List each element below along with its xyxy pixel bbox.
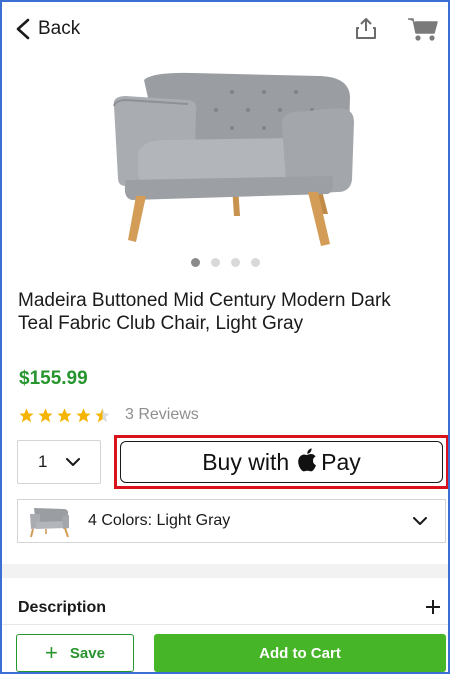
star-icon xyxy=(57,407,72,422)
add-to-cart-label: Add to Cart xyxy=(259,644,341,662)
star-icon xyxy=(76,407,91,422)
back-button[interactable]: Back xyxy=(14,18,80,40)
colors-count-label: 4 Colors: xyxy=(88,512,153,529)
back-label: Back xyxy=(38,18,81,39)
color-thumbnail xyxy=(30,508,69,538)
star-icon xyxy=(19,407,34,422)
pagination-dot[interactable] xyxy=(250,258,260,267)
pagination-dot[interactable] xyxy=(190,258,200,267)
save-label: Save xyxy=(69,644,105,662)
plus-icon: + xyxy=(45,640,58,665)
add-to-cart-button[interactable]: Add to Cart xyxy=(154,634,446,672)
top-nav-bar: Back xyxy=(2,2,448,56)
image-pagination[interactable] xyxy=(2,258,448,267)
star-rating xyxy=(18,407,111,424)
chevron-left-icon xyxy=(16,18,30,40)
app-screen: Back Madeira Buttoned Mid Century Modern… xyxy=(0,0,450,674)
applepay-suffix: Pay xyxy=(321,448,361,475)
applepay-highlight: Buy with Pay xyxy=(114,435,448,489)
chevron-down-icon xyxy=(66,458,80,466)
cart-icon[interactable] xyxy=(407,16,439,42)
plus-icon[interactable] xyxy=(425,599,441,615)
quantity-select[interactable]: 1 xyxy=(17,440,101,484)
quantity-value: 1 xyxy=(38,452,48,471)
product-price: $155.99 xyxy=(19,368,88,389)
apple-logo-icon xyxy=(298,448,317,472)
product-title: Madeira Buttoned Mid Century Modern Dark… xyxy=(18,290,391,334)
pagination-dot[interactable] xyxy=(210,258,220,267)
product-rating: 3 Reviews xyxy=(18,406,199,424)
star-icon xyxy=(38,407,53,422)
bottom-action-bar: + Save Add to Cart xyxy=(2,624,448,672)
save-button[interactable]: + Save xyxy=(16,634,134,672)
share-icon[interactable] xyxy=(354,17,378,41)
product-image[interactable] xyxy=(92,68,362,250)
selected-color: Light Gray xyxy=(156,512,231,529)
pagination-dot[interactable] xyxy=(230,258,240,267)
reviews-link[interactable]: 3 Reviews xyxy=(125,406,199,424)
applepay-label: Buy with xyxy=(202,448,290,475)
chevron-down-icon xyxy=(413,517,427,525)
color-select[interactable]: 4 Colors: Light Gray xyxy=(17,499,446,543)
apple-pay-button[interactable]: Buy with Pay xyxy=(120,441,443,483)
description-heading[interactable]: Description xyxy=(18,599,106,617)
section-divider xyxy=(2,564,448,578)
color-select-label: 4 Colors: Light Gray xyxy=(88,512,230,530)
half-star-icon xyxy=(95,407,110,422)
